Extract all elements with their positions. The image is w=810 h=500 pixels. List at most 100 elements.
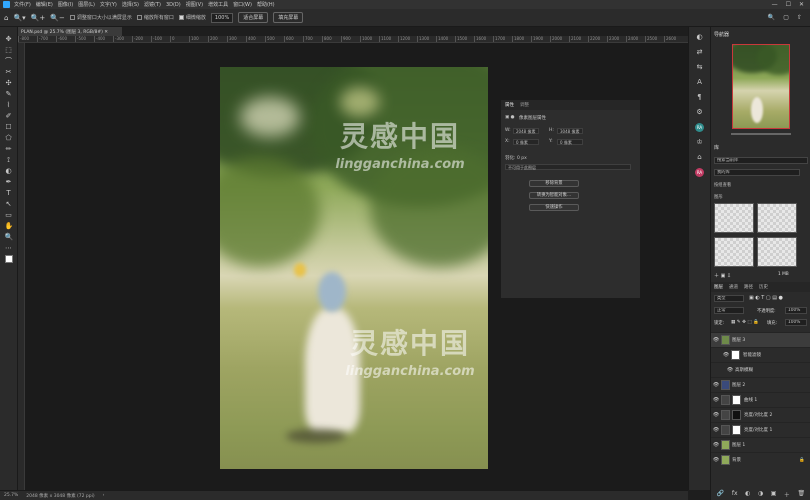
crop-tool-icon[interactable]: ✂ bbox=[5, 68, 13, 76]
delete-layer-icon[interactable]: 🗑 bbox=[798, 490, 806, 499]
visibility-eye-icon[interactable]: 👁 bbox=[711, 457, 721, 463]
new-group-icon[interactable]: ▣ bbox=[771, 490, 777, 499]
more-tools-icon[interactable]: ⋯ bbox=[5, 244, 13, 252]
fill-field[interactable]: 100% bbox=[785, 319, 807, 326]
convert-smart-object-button[interactable]: 转换为智能对象... bbox=[529, 192, 579, 199]
home-panel-icon[interactable]: ⌂ bbox=[695, 153, 704, 162]
scrubby-zoom-checkbox[interactable]: 细微缩放 bbox=[178, 14, 206, 21]
rectangle-tool-icon[interactable]: ▭ bbox=[5, 211, 13, 219]
menu-3d[interactable]: 3D(D) bbox=[166, 2, 181, 8]
zoom-tool-icon[interactable]: 🔍▾ bbox=[13, 14, 25, 22]
library-search-input[interactable]: 搜索当前库 bbox=[714, 157, 808, 164]
status-arrow-icon[interactable]: › bbox=[103, 493, 105, 498]
opacity-field[interactable]: 100% bbox=[785, 307, 807, 314]
x-field[interactable]: 0 像素 bbox=[513, 139, 539, 145]
layer-row[interactable]: 👁 曲线 1 bbox=[711, 392, 810, 407]
close-tab-icon[interactable]: ✕ bbox=[104, 30, 108, 35]
tab-paths[interactable]: 路径 bbox=[744, 284, 753, 290]
character-panel-icon[interactable]: A bbox=[695, 78, 704, 87]
search-icon[interactable]: 🔍 bbox=[768, 14, 775, 21]
menu-view[interactable]: 视图(V) bbox=[186, 1, 203, 8]
tab-adjustments[interactable]: 调整 bbox=[520, 102, 529, 108]
layer-row[interactable]: 👁 图层 2 bbox=[711, 377, 810, 392]
new-layer-icon[interactable]: ＋ bbox=[784, 490, 790, 499]
dodge-tool-icon[interactable]: ◐ bbox=[5, 167, 13, 175]
healing-tool-icon[interactable]: ✎ bbox=[5, 90, 13, 98]
home-icon[interactable]: ⌂ bbox=[4, 14, 8, 22]
path-selection-tool-icon[interactable]: ↖ bbox=[5, 200, 13, 208]
library-group-label[interactable]: 图形 bbox=[714, 194, 723, 200]
visibility-eye-icon[interactable]: 👁 bbox=[711, 382, 721, 388]
share-icon[interactable]: ⇧ bbox=[797, 14, 802, 21]
navigator-thumbnail[interactable] bbox=[732, 44, 790, 129]
layer-row[interactable]: 👁 高斯模糊 bbox=[711, 362, 810, 377]
library-add-icon[interactable]: ＋ ▣ ⇩ bbox=[714, 272, 731, 279]
workspace-icon[interactable]: ▢ bbox=[783, 14, 789, 21]
menu-image[interactable]: 图像(I) bbox=[58, 1, 73, 8]
menu-select[interactable]: 选择(S) bbox=[122, 1, 139, 8]
visibility-eye-icon[interactable]: 👁 bbox=[711, 427, 721, 433]
maximize-icon[interactable]: ☐ bbox=[786, 1, 791, 8]
feather-field[interactable]: 不可用于此图层 bbox=[505, 164, 631, 170]
library-view-label[interactable]: 按组查看 bbox=[714, 182, 731, 188]
link-layers-icon[interactable]: 🔗 bbox=[717, 490, 724, 499]
layer-row[interactable]: 👁 图层 1 bbox=[711, 437, 810, 452]
photoshop-logo-icon[interactable] bbox=[3, 1, 10, 8]
navigator-title[interactable]: 导航器 bbox=[714, 31, 729, 38]
menu-filter[interactable]: 滤镜(T) bbox=[144, 1, 161, 8]
foreground-color-swatch[interactable] bbox=[4, 255, 13, 263]
plugin-ra-icon[interactable]: RA bbox=[695, 123, 704, 132]
visibility-eye-icon[interactable]: 👁 bbox=[711, 442, 721, 448]
zoom-tool-icon[interactable]: 🔍 bbox=[5, 233, 14, 241]
lock-icons[interactable]: ▦ ✎ ✥ ⬚ 🔒 bbox=[731, 320, 759, 325]
layer-row[interactable]: 👁 图层 3 bbox=[711, 332, 810, 347]
menu-type[interactable]: 文字(Y) bbox=[100, 1, 117, 8]
gradient-tool-icon[interactable]: ✏ bbox=[5, 145, 13, 153]
library-asset-thumb[interactable] bbox=[714, 237, 754, 267]
layer-row[interactable]: 👁 亮度/对比度 1 bbox=[711, 422, 810, 437]
layer-kind-filter[interactable]: 类型 bbox=[714, 295, 744, 302]
plugin-ra-pink-icon[interactable]: RA bbox=[695, 168, 704, 177]
tools-settings-icon[interactable]: ⚙ bbox=[695, 108, 704, 117]
horizontal-ruler[interactable]: -800 -700 -600 -500 -400 -300 -200 -100 0 100 200 3… bbox=[18, 36, 688, 43]
fit-screen-button[interactable]: 适合屏幕 bbox=[238, 12, 269, 23]
status-zoom[interactable]: 25.7% bbox=[4, 493, 18, 498]
history-brush-tool-icon[interactable]: ☐ bbox=[5, 123, 13, 131]
zoom-value-field[interactable]: 100% bbox=[210, 12, 234, 23]
blur-tool-icon[interactable]: ⟟ bbox=[5, 156, 13, 164]
library-select[interactable]: 我的库 bbox=[714, 169, 800, 176]
visibility-eye-icon[interactable]: 👁 bbox=[711, 412, 721, 418]
menu-plugins[interactable]: 增效工具 bbox=[208, 1, 228, 8]
libraries-title[interactable]: 库 bbox=[714, 144, 719, 151]
pen-tool-icon[interactable]: ✒ bbox=[5, 178, 13, 186]
width-field[interactable]: 2048 像素 bbox=[513, 128, 539, 134]
menu-help[interactable]: 帮助(H) bbox=[257, 1, 275, 8]
tab-layers[interactable]: 图层 bbox=[714, 284, 723, 290]
library-asset-thumb[interactable] bbox=[757, 237, 797, 267]
adjustment-layer-icon[interactable]: ◑ bbox=[758, 490, 763, 499]
hand-tool-icon[interactable]: ✋ bbox=[5, 222, 14, 230]
resize-windows-checkbox[interactable]: 调整窗口大小以满屏显示 bbox=[69, 14, 132, 21]
zoom-out-button[interactable]: 🔍− bbox=[50, 14, 65, 22]
tab-properties[interactable]: 属性 bbox=[505, 102, 514, 108]
layer-row[interactable]: 👁 背景 🔒 bbox=[711, 452, 810, 467]
eraser-tool-icon[interactable]: ⬠ bbox=[5, 134, 13, 142]
menu-layer[interactable]: 图层(L) bbox=[78, 1, 95, 8]
zoom-all-checkbox[interactable]: 缩放所有窗口 bbox=[136, 14, 174, 21]
type-tool-icon[interactable]: T bbox=[5, 189, 13, 197]
marquee-tool-icon[interactable]: ⬚ bbox=[5, 46, 13, 54]
paragraph-panel-icon[interactable]: ¶ bbox=[695, 93, 704, 102]
remove-background-button[interactable]: 移除背景 bbox=[529, 180, 579, 187]
visibility-eye-icon[interactable]: 👁 bbox=[711, 337, 721, 343]
eyedropper-tool-icon[interactable]: ✣ bbox=[5, 79, 13, 87]
document-tab[interactable]: PLAN.psd @ 25.7% (图层 3, RGB/8#) ✕ bbox=[18, 27, 122, 36]
status-doc-info[interactable]: 2048 像素 x 3048 像素 (72 ppi) bbox=[26, 493, 94, 499]
add-mask-icon[interactable]: ◐ bbox=[745, 490, 750, 499]
visibility-eye-icon[interactable]: 👁 bbox=[711, 397, 721, 403]
tab-channels[interactable]: 通道 bbox=[729, 284, 738, 290]
library-asset-thumb[interactable] bbox=[714, 203, 754, 233]
menu-edit[interactable]: 编辑(E) bbox=[36, 1, 53, 8]
move-tool-icon[interactable]: ✥ bbox=[5, 35, 13, 43]
visibility-eye-icon[interactable]: 👁 bbox=[725, 367, 735, 373]
minimize-icon[interactable]: — bbox=[772, 1, 778, 8]
